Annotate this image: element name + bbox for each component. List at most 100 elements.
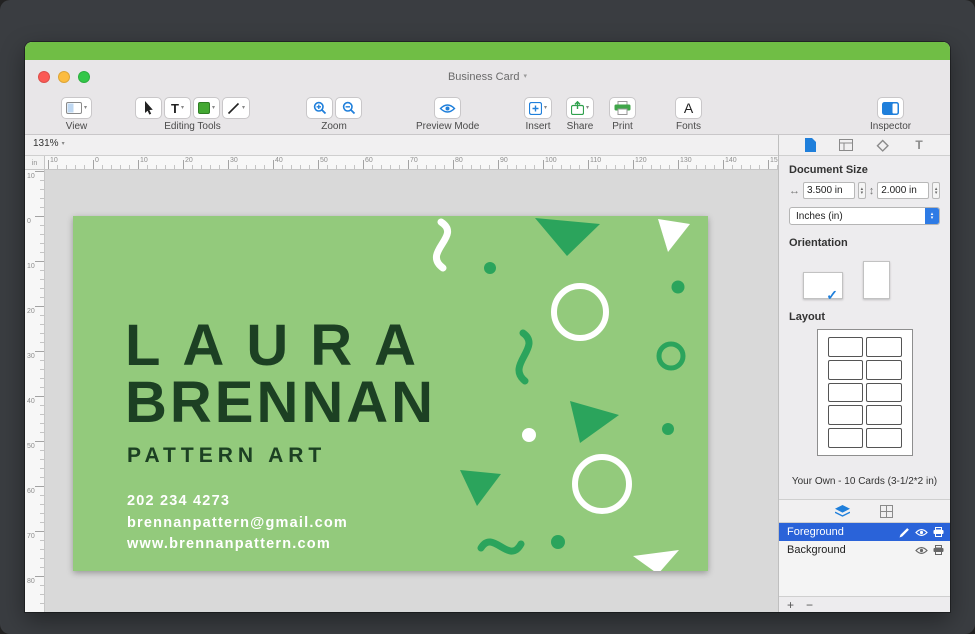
title-chevron-icon[interactable]: ▾ xyxy=(524,73,528,80)
layer-name: Foreground xyxy=(787,526,899,538)
ruler-minor-ticks xyxy=(48,165,778,169)
printable-printer-icon[interactable] xyxy=(933,545,944,555)
view-button[interactable]: ▾ xyxy=(61,97,92,119)
add-layer-button[interactable]: + xyxy=(787,599,794,611)
units-select[interactable]: Inches (in) ▴▾ xyxy=(789,207,940,225)
tab-text[interactable]: T xyxy=(910,137,928,153)
layer-row-background[interactable]: Background xyxy=(779,541,950,559)
window-title-text: Business Card xyxy=(448,71,520,83)
inspector-tabs: T xyxy=(779,135,950,156)
insert-button[interactable]: ▾ xyxy=(524,97,552,119)
zoom-out-button[interactable] xyxy=(335,97,362,119)
layer-name: Background xyxy=(787,544,915,556)
remove-layer-button[interactable]: − xyxy=(806,599,813,611)
share-button[interactable]: ▾ xyxy=(566,97,594,119)
green-squiggle xyxy=(481,542,521,551)
chevron-down-icon: ▾ xyxy=(212,105,215,111)
white-ring xyxy=(575,457,629,511)
line-tool-button[interactable]: ▾ xyxy=(222,97,250,119)
inspector-sidebar: T Document Size ↔ ▴▾ ↕ ▴▾ Inches (in) xyxy=(778,135,950,612)
tab-master-page[interactable] xyxy=(837,137,855,153)
inspector-button[interactable] xyxy=(877,97,904,119)
tab-document[interactable] xyxy=(801,137,819,153)
layout-label: Layout xyxy=(789,311,940,323)
visibility-eye-icon[interactable] xyxy=(915,528,928,537)
print-button[interactable] xyxy=(609,97,636,119)
card-name-text[interactable]: LAURA BRENNAN xyxy=(125,318,438,432)
layer-row-foreground[interactable]: Foreground xyxy=(779,523,950,541)
inspector-group: Inspector xyxy=(870,97,911,132)
green-dot xyxy=(551,535,565,549)
orientation-landscape-option[interactable]: ✓ xyxy=(803,272,843,299)
view-label: View xyxy=(61,121,92,132)
zoom-window-button[interactable] xyxy=(78,71,90,83)
height-stepper[interactable]: ▴▾ xyxy=(932,182,940,199)
fonts-label: Fonts xyxy=(675,121,702,132)
business-card[interactable]: LAURA BRENNAN PATTERN ART 202 234 4273 b… xyxy=(73,216,708,571)
edit-pencil-icon[interactable] xyxy=(899,527,910,538)
window-title: Business Card ▾ xyxy=(448,71,527,83)
tab-grid[interactable] xyxy=(878,503,896,519)
height-dimension-icon: ↕ xyxy=(869,185,875,197)
chevron-down-icon: ▾ xyxy=(181,105,184,111)
tab-layers[interactable] xyxy=(834,503,852,519)
master-page-icon xyxy=(839,139,853,151)
canvas[interactable]: 1001020304050607080 xyxy=(25,170,778,612)
width-stepper[interactable]: ▴▾ xyxy=(858,182,866,199)
app-window: Business Card ▾ ▾ View xyxy=(25,42,950,612)
card-tagline-text[interactable]: PATTERN ART xyxy=(127,444,326,468)
card-contact-text[interactable]: 202 234 4273 brennanpattern@gmail.com ww… xyxy=(127,491,348,556)
card-phone: 202 234 4273 xyxy=(127,491,348,513)
title-bar: Business Card ▾ xyxy=(25,60,950,93)
grid-icon xyxy=(880,505,893,518)
white-triangle xyxy=(633,550,679,571)
orientation-portrait-option[interactable] xyxy=(863,261,890,299)
green-ring xyxy=(659,344,683,368)
vertical-ruler: 1001020304050607080 xyxy=(25,170,45,612)
tab-shapes[interactable] xyxy=(874,137,892,153)
minimize-window-button[interactable] xyxy=(58,71,70,83)
zoom-in-button[interactable] xyxy=(306,97,333,119)
document-icon xyxy=(805,138,816,152)
editing-tools-label: Editing Tools xyxy=(135,121,250,132)
chevron-down-icon: ▾ xyxy=(62,141,65,147)
printable-printer-icon[interactable] xyxy=(933,527,944,537)
text-tool-button[interactable]: T ▾ xyxy=(164,97,191,119)
orientation-label: Orientation xyxy=(789,237,940,249)
zoom-level-select[interactable]: 131% ▾ xyxy=(33,138,65,149)
visibility-eye-icon[interactable] xyxy=(915,546,928,555)
height-field[interactable] xyxy=(877,182,929,199)
units-value: Inches (in) xyxy=(796,211,843,222)
green-dot xyxy=(662,423,674,435)
print-group: Print xyxy=(609,97,636,132)
window-accent-bar xyxy=(25,42,950,60)
orientation-options: ✓ xyxy=(789,255,940,299)
green-squiggle xyxy=(519,333,529,381)
magnifier-minus-icon xyxy=(342,101,356,115)
zoom-level-value: 131% xyxy=(33,138,59,149)
preview-mode-button[interactable] xyxy=(434,97,461,119)
card-name-line2: BRENNAN xyxy=(125,374,438,432)
width-field[interactable] xyxy=(803,182,855,199)
close-window-button[interactable] xyxy=(38,71,50,83)
layout-preview[interactable] xyxy=(817,329,913,456)
toolbar: ▾ View T ▾ ▾ xyxy=(25,93,950,135)
text-tab-icon: T xyxy=(915,139,922,151)
insert-group: ▾ Insert xyxy=(524,97,552,132)
print-label: Print xyxy=(609,121,636,132)
document-size-label: Document Size xyxy=(789,164,940,176)
preview-mode-group: Preview Mode xyxy=(416,97,479,132)
card-email: brennanpattern@gmail.com xyxy=(127,513,348,535)
preview-mode-label: Preview Mode xyxy=(416,121,479,132)
fonts-button[interactable]: A xyxy=(675,97,702,119)
chevron-down-icon: ▾ xyxy=(586,105,589,111)
ruler-unit-label: in xyxy=(25,156,45,170)
editing-tools-group: T ▾ ▾ ▾ Editing Tools xyxy=(135,97,250,132)
zoom-label: Zoom xyxy=(306,121,362,132)
fonts-a-icon: A xyxy=(684,101,693,115)
view-controls-bar: 131% ▾ xyxy=(25,135,778,156)
fill-color-tool-button[interactable]: ▾ xyxy=(193,97,220,119)
share-icon xyxy=(571,101,584,115)
share-group: ▾ Share xyxy=(566,97,594,132)
select-tool-button[interactable] xyxy=(135,97,162,119)
